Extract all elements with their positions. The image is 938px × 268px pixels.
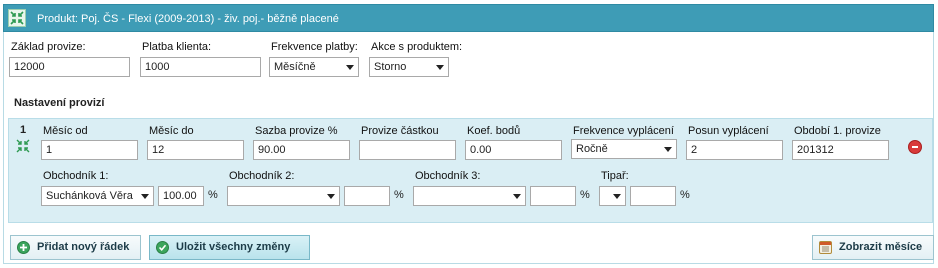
castka-label: Provize částkou	[361, 125, 439, 137]
obchodnik1-label: Obchodník 1:	[43, 170, 109, 182]
koef-input[interactable]: 0.00	[465, 140, 562, 160]
frekvence-vyplaceni-value: Ročně	[576, 143, 608, 155]
castka-input[interactable]	[359, 140, 456, 160]
zaklad-provize-label: Základ provize:	[11, 41, 86, 53]
koef-label: Koef. bodů	[467, 125, 521, 137]
plus-icon	[17, 241, 30, 254]
akce-value: Storno	[374, 61, 407, 73]
sazba-label: Sazba provize %	[255, 125, 338, 137]
chevron-down-icon	[513, 194, 521, 199]
platba-klienta-input[interactable]: 1000	[140, 57, 261, 77]
obchodnik2-select[interactable]	[227, 186, 340, 206]
percent-sign: %	[208, 189, 218, 201]
frekvence-platby-select[interactable]: Měsíčně	[269, 57, 359, 77]
obchodnik1-value: Suchánková Věra	[46, 190, 133, 202]
mesic-do-label: Měsíc do	[149, 125, 194, 137]
obdobi-label: Období 1. provize	[794, 125, 881, 137]
add-row-button[interactable]: Přidat nový řádek	[10, 235, 141, 260]
frekvence-platby-label: Frekvence platby:	[271, 41, 358, 53]
collapse-arrows-icon[interactable]	[8, 9, 26, 27]
chevron-down-icon	[613, 194, 621, 199]
mesic-od-input[interactable]: 1	[41, 140, 138, 160]
tipar-pct-input[interactable]	[630, 186, 676, 206]
obchodnik1-select[interactable]: Suchánková Věra	[41, 186, 154, 206]
obchodnik3-label: Obchodník 3:	[415, 170, 481, 182]
sazba-input[interactable]: 90.00	[253, 140, 350, 160]
frekvence-vyplaceni-label: Frekvence vyplácení	[573, 125, 674, 137]
platba-klienta-label: Platba klienta:	[142, 41, 212, 53]
save-all-label: Uložit všechny změny	[176, 241, 291, 253]
mesic-od-label: Měsíc od	[43, 125, 88, 137]
show-months-button[interactable]: Zobrazit měsíce	[812, 235, 934, 260]
posun-label: Posun vyplácení	[688, 125, 769, 137]
chevron-down-icon	[664, 147, 672, 152]
obchodnik2-pct-input[interactable]	[344, 186, 390, 206]
frekvence-vyplaceni-select[interactable]: Ročně	[571, 139, 677, 159]
posun-input[interactable]: 2	[686, 140, 783, 160]
title-bar: Produkt: Poj. ČS - Flexi (2009-2013) - ž…	[3, 4, 934, 32]
tipar-select[interactable]	[599, 186, 626, 206]
frekvence-platby-value: Měsíčně	[274, 61, 316, 73]
chevron-down-icon	[346, 65, 354, 70]
percent-sign: %	[580, 189, 590, 201]
calendar-icon	[819, 241, 832, 254]
move-arrows-icon[interactable]	[16, 139, 30, 153]
row-number: 1	[20, 124, 27, 136]
obchodnik3-select[interactable]	[413, 186, 526, 206]
show-months-label: Zobrazit měsíce	[839, 241, 923, 253]
percent-sign: %	[394, 189, 404, 201]
delete-row-icon[interactable]	[908, 140, 922, 154]
check-icon	[156, 241, 169, 254]
chevron-down-icon	[327, 194, 335, 199]
obchodnik1-pct-input[interactable]: 100.00	[158, 186, 204, 206]
obchodnik3-pct-input[interactable]	[530, 186, 576, 206]
obdobi-input[interactable]: 201312	[792, 140, 889, 160]
obchodnik2-label: Obchodník 2:	[229, 170, 295, 182]
tipar-label: Tipař:	[601, 170, 629, 182]
mesic-do-input[interactable]: 12	[147, 140, 244, 160]
percent-sign: %	[680, 189, 690, 201]
save-all-button[interactable]: Uložit všechny změny	[149, 235, 310, 260]
zaklad-provize-input[interactable]: 12000	[9, 57, 130, 77]
product-title: Produkt: Poj. ČS - Flexi (2009-2013) - ž…	[37, 13, 339, 25]
akce-label: Akce s produktem:	[371, 41, 463, 53]
chevron-down-icon	[141, 194, 149, 199]
section-title: Nastavení provizí	[14, 97, 105, 109]
chevron-down-icon	[436, 65, 444, 70]
akce-select[interactable]: Storno	[369, 57, 449, 77]
add-row-label: Přidat nový řádek	[37, 241, 130, 253]
